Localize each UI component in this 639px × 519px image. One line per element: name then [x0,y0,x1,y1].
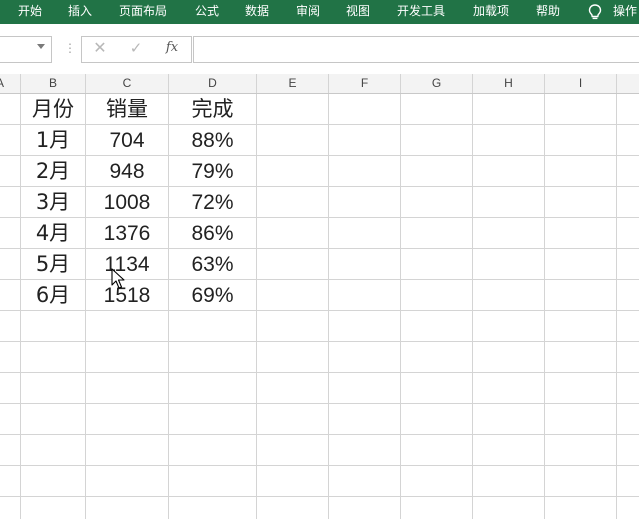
grid-line [0,403,639,404]
column-header-i[interactable]: I [545,74,617,93]
tab-insert[interactable]: 插入 [68,0,92,24]
grid-line [0,434,639,435]
grid-line [616,94,617,519]
column-header-f[interactable]: F [329,74,401,93]
column-header-c[interactable]: C [86,74,169,93]
cell-c3[interactable]: 948 [86,156,168,187]
cell-b3[interactable]: 2月 [21,156,85,187]
tell-me-search[interactable]: 操作 [613,0,637,24]
column-header-d[interactable]: D [169,74,257,93]
grid-line [472,94,473,519]
grid-line [544,94,545,519]
column-header-e[interactable]: E [257,74,329,93]
cell-b6[interactable]: 5月 [21,249,85,280]
cell-c4[interactable]: 1008 [86,187,168,218]
cell-b7[interactable]: 6月 [21,280,85,311]
name-box[interactable] [0,36,52,63]
cell-b4[interactable]: 3月 [21,187,85,218]
fx-icon[interactable]: fx [163,38,181,58]
tab-view[interactable]: 视图 [346,0,370,24]
cell-b2[interactable]: 1月 [21,125,85,156]
cell-d1[interactable]: 完成 [169,94,256,125]
tab-review[interactable]: 审阅 [296,0,320,24]
cell-d2[interactable]: 88% [169,125,256,156]
grip-dots-icon: ⋮ [64,41,76,55]
cell-d4[interactable]: 72% [169,187,256,218]
cell-c2[interactable]: 704 [86,125,168,156]
grid-line [256,94,257,519]
cell-d6[interactable]: 63% [169,249,256,280]
cell-d7[interactable]: 69% [169,280,256,311]
grid-line [0,341,639,342]
cell-b5[interactable]: 4月 [21,218,85,249]
cell-d5[interactable]: 86% [169,218,256,249]
cell-d3[interactable]: 79% [169,156,256,187]
tab-add-ins[interactable]: 加载项 [473,0,509,24]
tab-developer[interactable]: 开发工具 [397,0,445,24]
cell-c7[interactable]: 1518 [86,280,168,311]
grid-line [328,94,329,519]
cell-c1[interactable]: 销量 [86,94,168,125]
close-icon[interactable]: ✕ [92,38,108,58]
grid-line [0,465,639,466]
tab-data[interactable]: 数据 [245,0,269,24]
lightbulb-icon[interactable] [585,2,605,22]
tab-home[interactable]: 开始 [18,0,42,24]
grid-line [0,372,639,373]
cell-b1[interactable]: 月份 [21,94,85,125]
grid-line [0,496,639,497]
cell-c6[interactable]: 1134 [86,249,168,280]
column-header-b[interactable]: B [21,74,86,93]
tab-help[interactable]: 帮助 [536,0,560,24]
checkmark-icon[interactable]: ✓ [128,38,144,58]
tab-page-layout[interactable]: 页面布局 [119,0,167,24]
chevron-down-icon[interactable] [37,44,45,49]
column-header-h[interactable]: H [473,74,545,93]
tab-formulas[interactable]: 公式 [195,0,219,24]
grid-line [400,94,401,519]
mouse-pointer-icon [111,268,125,289]
cell-c5[interactable]: 1376 [86,218,168,249]
column-header-g[interactable]: G [401,74,473,93]
formula-input[interactable] [193,36,639,63]
column-header-a[interactable]: A [0,74,21,93]
